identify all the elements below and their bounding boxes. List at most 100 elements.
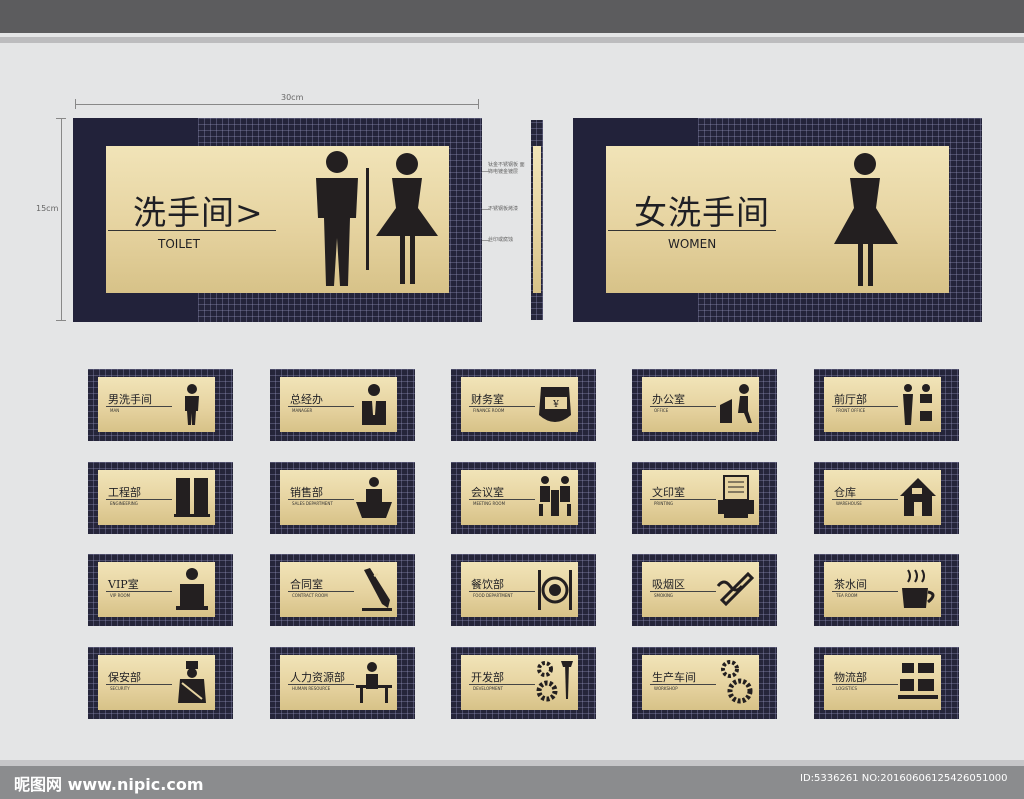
toilet-sign-english: TOILET <box>158 237 200 251</box>
sign-underline <box>650 591 716 592</box>
house-icon <box>900 478 936 516</box>
gears-wrench-icon <box>536 661 573 702</box>
sign-underline <box>650 499 716 500</box>
sign-underline <box>106 406 172 407</box>
side-note-3: 丝印或腐蚀 <box>488 237 514 243</box>
sign-english: MANAGER <box>292 408 313 413</box>
meeting-icon <box>539 476 571 516</box>
sign-underline <box>106 684 172 685</box>
sign-english: HUMAN RESOURCE <box>292 686 331 691</box>
sign-chinese: 销售部 <box>290 486 323 499</box>
desk-worker-icon <box>356 662 392 703</box>
cutlery-icon <box>538 570 572 610</box>
sign-english: WORKSHOP <box>654 686 678 691</box>
width-dimension-label: 30cm <box>281 93 304 102</box>
sign-chinese: 餐饮部 <box>471 578 504 591</box>
sign-english: FOOD DEPARTMENT <box>473 593 513 598</box>
money-hand-icon: ¥ <box>539 387 571 422</box>
sign-english: VIP ROOM <box>110 593 131 598</box>
top-bar <box>0 0 1024 33</box>
sign-chinese: 文印室 <box>652 486 685 499</box>
sign-chinese: 合同室 <box>290 578 323 591</box>
sign-chinese: 保安部 <box>108 671 141 684</box>
sign-english: ENGINEERING <box>110 501 138 506</box>
sign-chinese: 仓库 <box>834 486 856 499</box>
women-sign-english: WOMEN <box>668 237 717 251</box>
sign-chinese: 总经办 <box>290 393 323 406</box>
sign-underline <box>650 406 716 407</box>
door-sign: 男洗手间 MAN <box>88 369 233 441</box>
svg-text:¥: ¥ <box>552 400 559 410</box>
door-sign: 保安部 SECURITY <box>88 647 233 719</box>
door-sign: VIP室 VIP ROOM <box>88 554 233 626</box>
sign-chinese: VIP室 <box>108 578 139 591</box>
printer-icon <box>718 475 754 518</box>
man-icon <box>185 384 199 425</box>
sign-english: SALES DEPARTMENT <box>292 501 333 506</box>
sign-underline <box>832 684 898 685</box>
lockers-icon <box>174 478 210 517</box>
sign-english: LOGISTICS <box>836 686 858 691</box>
sign-english: TEA ROOM <box>836 593 858 598</box>
cigarette-icon <box>716 571 755 607</box>
door-sign: 工程部 ENGINEERING <box>88 462 233 534</box>
height-dimension-tick-bottom <box>56 320 66 321</box>
sign-underline <box>288 684 354 685</box>
sign-chinese: 办公室 <box>652 393 685 406</box>
sign-chinese: 人力资源部 <box>290 671 345 684</box>
door-sign: 生产车间 WORKSHOP <box>632 647 777 719</box>
height-dimension-line <box>61 118 62 321</box>
door-sign: 开发部 DEVELOPMENT <box>451 647 596 719</box>
sign-chinese: 吸烟区 <box>652 578 685 591</box>
sign-english: WAREHOUSE <box>836 501 862 506</box>
sign-english: SECURITY <box>110 686 130 691</box>
sign-chinese: 财务室 <box>471 393 504 406</box>
door-sign: 茶水间 TEA ROOM <box>814 554 959 626</box>
sign-english: MEETING ROOM <box>473 501 506 506</box>
guard-icon <box>178 661 206 703</box>
sign-chinese: 前厅部 <box>834 393 867 406</box>
toilet-sign-underline <box>108 230 276 231</box>
sign-english: CONTRACT ROOM <box>292 593 328 598</box>
height-dimension-tick-top <box>56 118 66 119</box>
door-sign: 仓库 WAREHOUSE <box>814 462 959 534</box>
door-sign: 前厅部 FRONT OFFICE <box>814 369 959 441</box>
sign-english: DEVELOPMENT <box>473 686 503 691</box>
sign-underline <box>288 406 354 407</box>
sign-underline <box>650 684 716 685</box>
door-sign: 财务室 FINANCE ROOM ¥ <box>451 369 596 441</box>
watermark: 昵图网 www.nipic.com <box>14 775 204 794</box>
sign-english: PRINTING <box>654 501 674 506</box>
women-sign-underline <box>608 230 776 231</box>
sign-underline <box>832 499 898 500</box>
door-sign: 文印室 PRINTING <box>632 462 777 534</box>
sign-chinese: 工程部 <box>108 486 141 499</box>
women-sign-chinese: 女洗手间 <box>634 193 770 232</box>
salesperson-icon <box>356 477 392 518</box>
sign-chinese: 开发部 <box>471 671 504 684</box>
manager-icon <box>362 384 386 425</box>
sign-chinese: 物流部 <box>834 671 867 684</box>
door-sign: 餐饮部 FOOD DEPARTMENT <box>451 554 596 626</box>
sign-english: SMOKING <box>654 593 674 598</box>
door-sign: 会议室 MEETING ROOM <box>451 462 596 534</box>
image-id: ID:5336261 NO:20160606125426051000 <box>800 773 1008 784</box>
sign-underline <box>469 591 535 592</box>
side-note-2: 不锈钢板烤漆 <box>488 206 519 212</box>
sign-underline <box>106 499 172 500</box>
sign-underline <box>106 591 172 592</box>
sign-underline <box>832 591 898 592</box>
sign-underline <box>469 406 535 407</box>
toilet-sign-chinese: 洗手间> <box>133 193 264 232</box>
sign-chinese: 男洗手间 <box>108 393 152 406</box>
sign-underline <box>469 684 535 685</box>
tea-cup-icon <box>902 569 935 608</box>
door-sign: 物流部 LOGISTICS <box>814 647 959 719</box>
door-sign: 总经办 MANAGER <box>270 369 415 441</box>
front-desk-icon <box>903 384 932 425</box>
sign-underline <box>288 591 354 592</box>
height-dimension-label: 15cm <box>36 204 59 213</box>
door-sign: 人力资源部 HUMAN RESOURCE <box>270 647 415 719</box>
gears-icon <box>721 660 753 704</box>
sign-english: MAN <box>110 408 120 413</box>
